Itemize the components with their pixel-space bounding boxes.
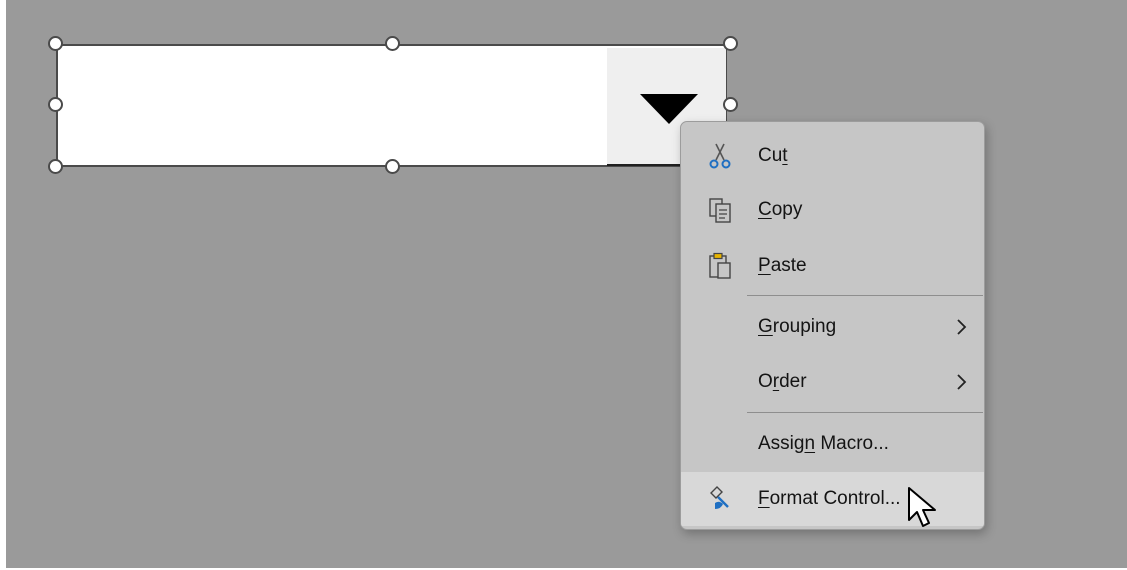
resize-handle-middle-left[interactable] — [48, 97, 63, 112]
menu-separator — [747, 295, 983, 296]
resize-handle-middle-right[interactable] — [723, 97, 738, 112]
menu-item-paste[interactable]: Paste — [681, 239, 984, 293]
menu-item-paste-label: Paste — [758, 255, 807, 276]
menu-item-assign-macro-label: Assign Macro... — [758, 433, 889, 454]
resize-handle-top-right[interactable] — [723, 36, 738, 51]
dropdown-triangle-icon — [640, 94, 698, 124]
menu-item-order[interactable]: Order — [681, 355, 984, 409]
menu-item-assign-macro[interactable]: Assign Macro... — [681, 417, 984, 471]
menu-item-copy[interactable]: Copy — [681, 183, 984, 237]
menu-item-order-label: Order — [758, 371, 807, 392]
menu-item-copy-label: Copy — [758, 199, 803, 220]
copy-icon — [709, 198, 731, 223]
menu-item-cut[interactable]: Cut — [681, 129, 984, 183]
paste-icon — [709, 252, 731, 279]
resize-handle-top-left[interactable] — [48, 36, 63, 51]
resize-handle-bottom-center[interactable] — [385, 159, 400, 174]
format-brush-icon — [710, 486, 729, 509]
menu-separator — [747, 412, 983, 413]
chevron-right-icon — [957, 319, 967, 335]
menu-item-cut-label: Cut — [758, 145, 788, 166]
mouse-pointer-icon — [908, 487, 936, 527]
resize-handle-top-center[interactable] — [385, 36, 400, 51]
scissors-icon — [709, 143, 731, 169]
context-menu: Cut Copy Paste Grouping Order Assign Mac… — [680, 121, 985, 530]
menu-item-grouping-label: Grouping — [758, 316, 837, 337]
menu-item-grouping[interactable]: Grouping — [681, 300, 984, 354]
chevron-right-icon — [957, 374, 967, 390]
menu-item-format-control-label: Format Control... — [758, 488, 901, 509]
resize-handle-bottom-left[interactable] — [48, 159, 63, 174]
